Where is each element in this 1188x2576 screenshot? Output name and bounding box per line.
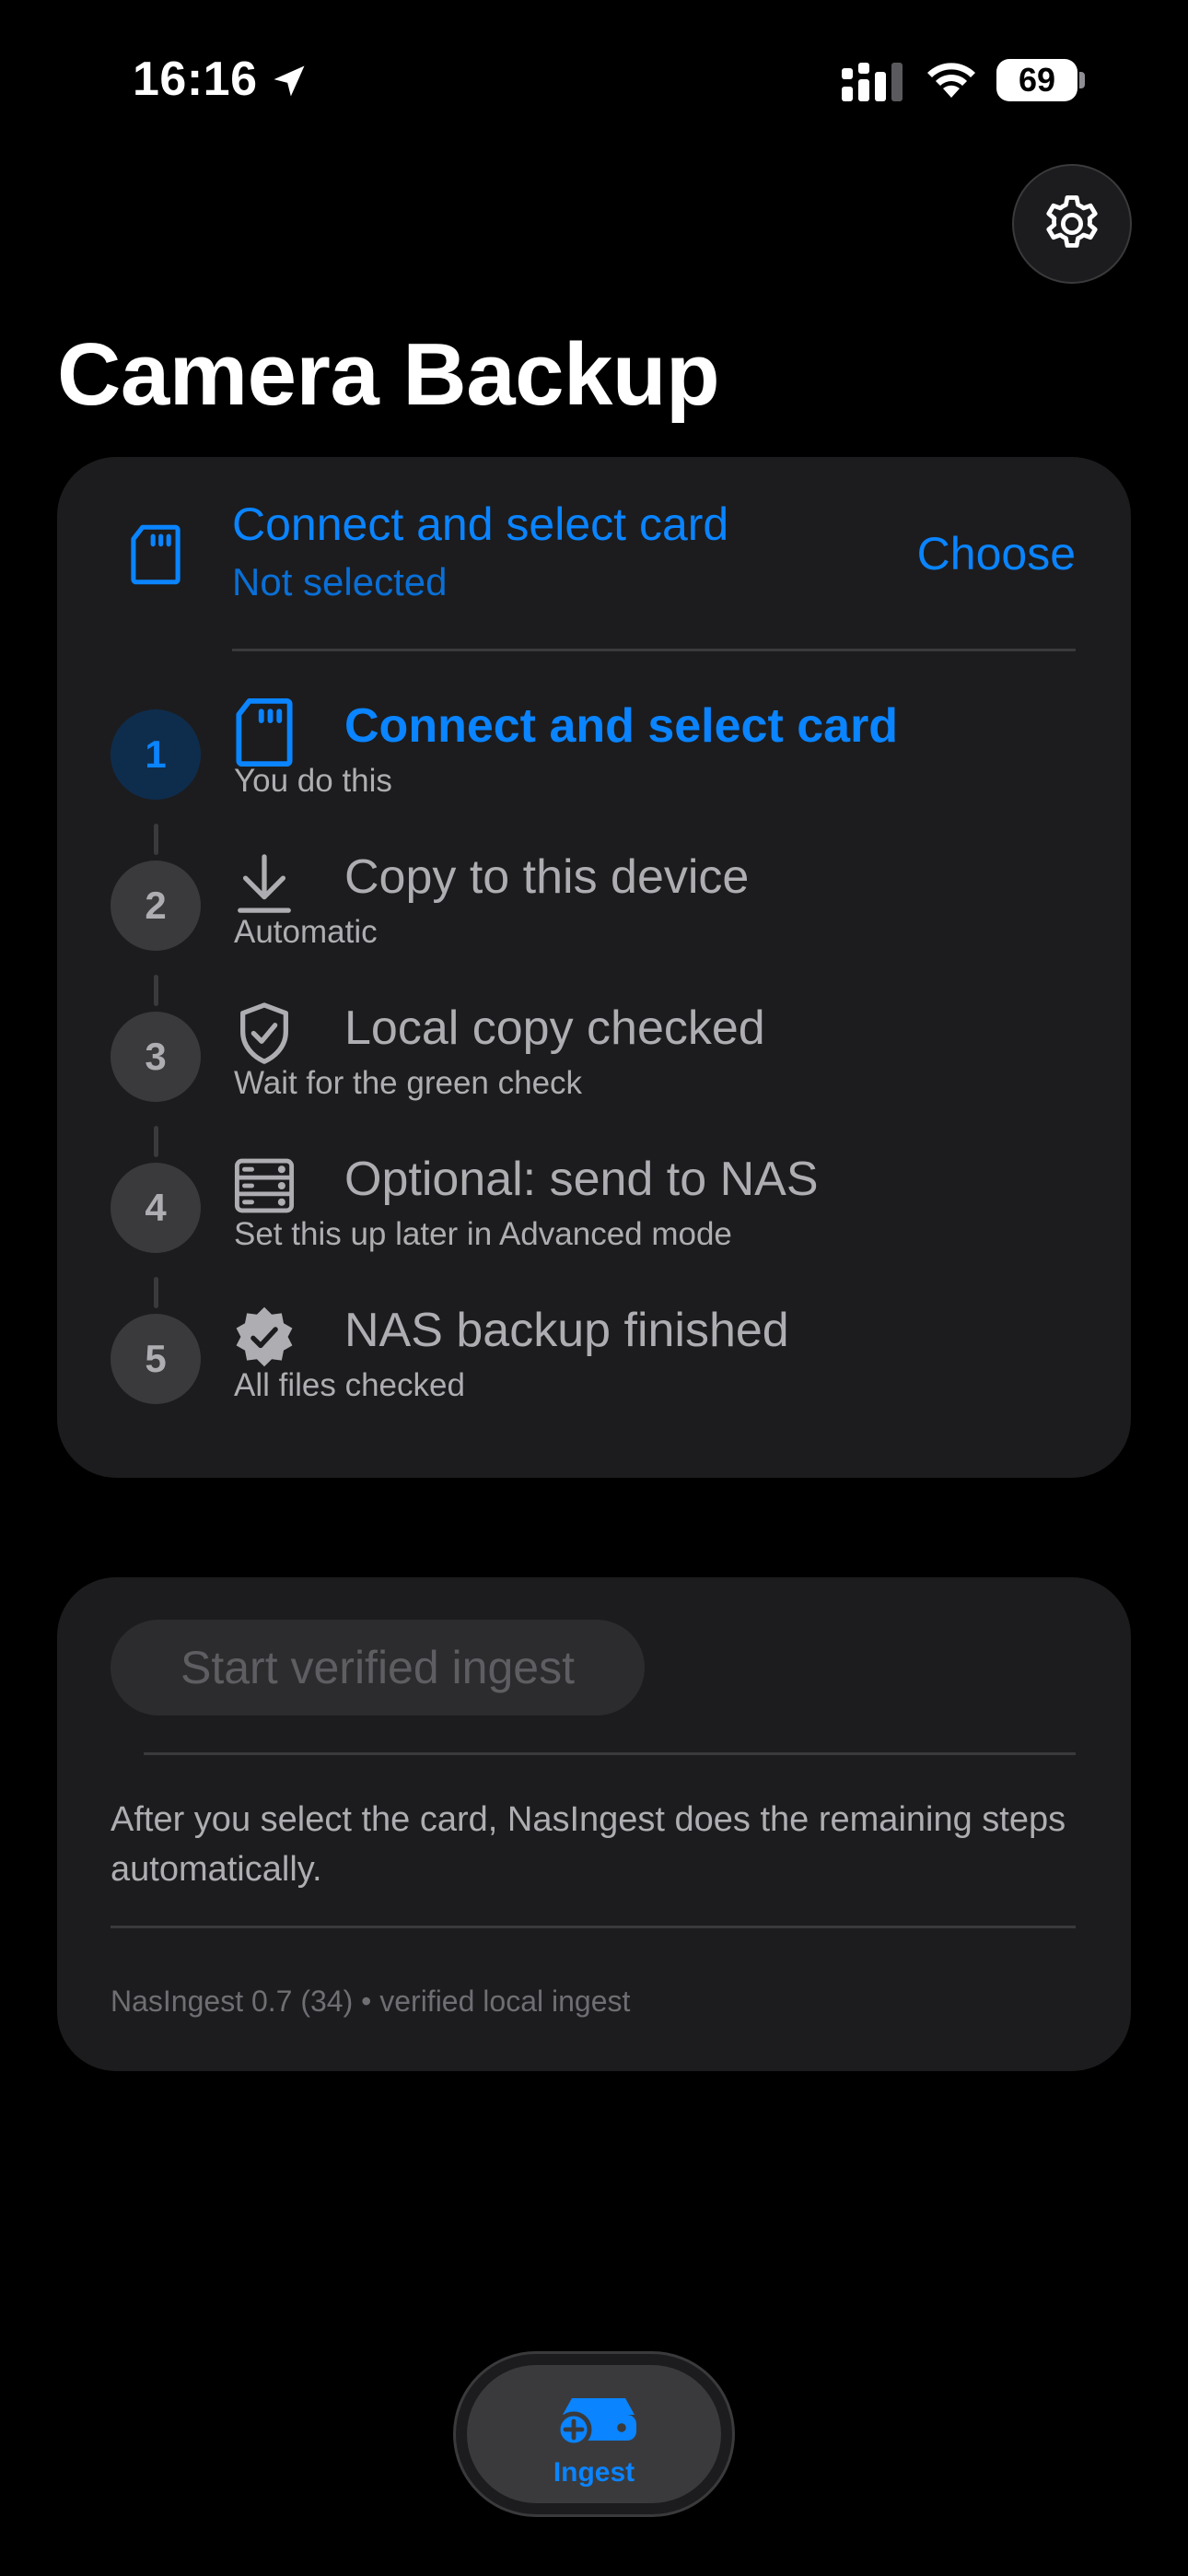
wifi-icon [927,63,975,98]
ingest-action-card: Start verified ingest After you select t… [57,1577,1131,2071]
step-connector [154,975,158,1006]
step-2: 2 Copy to this device Automatic [57,850,1131,971]
step-connector [154,1277,158,1308]
divider [232,649,1076,651]
download-icon [238,854,291,913]
choose-card-button[interactable]: Choose [917,527,1076,580]
step-subtitle: Automatic [234,914,378,950]
step-title: Copy to this device [344,850,750,904]
step-3: 3 Local copy checked Wait for the green … [57,1001,1131,1122]
step-number: 5 [111,1314,201,1404]
step-5: 5 NAS backup finished All files checked [57,1304,1131,1424]
verified-badge-icon [236,1306,293,1367]
card-selector-status: Not selected [232,560,448,603]
battery-indicator: 69 [996,59,1077,101]
step-number: 1 [111,709,201,800]
location-arrow-icon [274,65,305,97]
battery-tip [1079,72,1085,88]
step-number: 2 [111,861,201,951]
tab-bar: Ingest [453,2351,735,2517]
step-connector [154,1126,158,1157]
step-title: Optional: send to NAS [344,1153,819,1206]
battery-level: 69 [1018,61,1056,99]
step-title: Local copy checked [344,1001,765,1055]
step-subtitle: Set this up later in Advanced mode [234,1216,732,1252]
step-subtitle: You do this [234,763,392,799]
step-subtitle: Wait for the green check [234,1065,583,1101]
divider [144,1752,1076,1755]
ingest-description: After you select the card, NasIngest doe… [111,1800,1066,1889]
server-icon [234,1158,295,1213]
step-1: 1 Connect and select card You do this [57,697,1131,820]
status-bar: 16:16 69 [0,0,1188,157]
step-subtitle: All files checked [234,1367,465,1403]
cellular-signal-icon [842,63,903,101]
start-verified-ingest-button[interactable]: Start verified ingest [111,1620,645,1715]
version-info: NasIngest 0.7 (34) • verified local inge… [111,1985,631,2018]
page-title: Camera Backup [57,325,720,424]
steps-card: Connect and select card Not selected Cho… [57,457,1131,1478]
sd-card-icon [236,697,293,767]
sd-card-icon [131,524,181,585]
tab-ingest[interactable]: Ingest [467,2365,721,2503]
step-4: 4 Optional: send to NAS Set this up late… [57,1153,1131,1273]
card-selector-title: Connect and select card [232,498,729,550]
step-connector [154,824,158,855]
status-time: 16:16 [133,53,258,106]
step-title: NAS backup finished [344,1304,789,1357]
ingest-drive-icon [555,2398,636,2448]
gear-icon [1046,195,1098,248]
settings-button[interactable] [1012,164,1132,284]
divider [111,1926,1076,1928]
step-number: 3 [111,1012,201,1102]
tab-label: Ingest [553,2457,635,2488]
step-title: Connect and select card [344,699,899,753]
step-number: 4 [111,1163,201,1253]
shield-check-icon [240,1002,288,1064]
